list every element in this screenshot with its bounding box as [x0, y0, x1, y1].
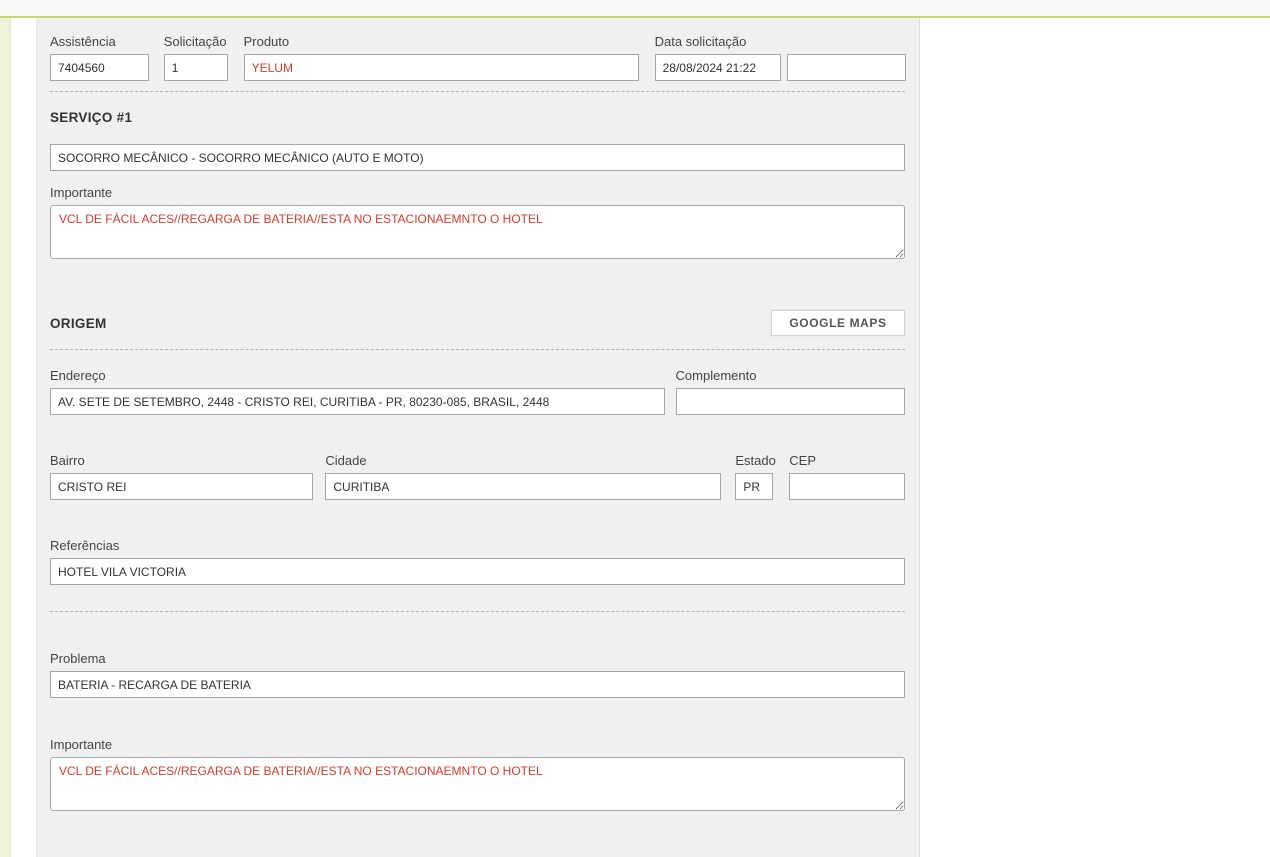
origem-importante-textarea[interactable]: VCL DE FÁCIL ACES//REGARGA DE BATERIA//E…	[50, 757, 905, 811]
solicitacao-field-group: Solicitação	[164, 34, 228, 81]
bairro-label: Bairro	[50, 453, 313, 468]
page: Assistência Solicitação Produto Data sol…	[0, 0, 1270, 857]
form-content: Assistência Solicitação Produto Data sol…	[37, 18, 919, 811]
bairro-row: Bairro Cidade Estado CEP	[50, 453, 905, 500]
servico-importante-textarea[interactable]: VCL DE FÁCIL ACES//REGARGA DE BATERIA//E…	[50, 205, 905, 259]
separator	[50, 611, 905, 612]
estado-label: Estado	[735, 453, 773, 468]
data-solicitacao-inputs	[655, 54, 905, 81]
servico-importante-group: Importante VCL DE FÁCIL ACES//REGARGA DE…	[50, 185, 905, 259]
cidade-field-group: Cidade	[325, 453, 721, 500]
complemento-field-group: Complemento	[676, 368, 905, 415]
solicitacao-label: Solicitação	[164, 34, 228, 49]
solicitacao-input[interactable]	[164, 54, 228, 81]
assistencia-field-group: Assistência	[50, 34, 149, 81]
problema-field-group: Problema	[50, 651, 905, 698]
assistance-form-panel: Assistência Solicitação Produto Data sol…	[36, 18, 920, 857]
data-solicitacao-extra-input[interactable]	[787, 54, 906, 81]
data-solicitacao-label: Data solicitação	[655, 34, 905, 49]
servico-tipo-input[interactable]	[50, 144, 905, 171]
endereco-field-group: Endereço	[50, 368, 665, 415]
estado-field-group: Estado	[735, 453, 773, 500]
produto-input[interactable]	[244, 54, 639, 81]
google-maps-button[interactable]: GOOGLE MAPS	[771, 310, 905, 336]
top-strip	[0, 0, 1270, 18]
bairro-field-group: Bairro	[50, 453, 313, 500]
complemento-input[interactable]	[676, 388, 905, 415]
problema-label: Problema	[50, 651, 905, 666]
servico-heading: SERVIÇO #1	[50, 110, 905, 125]
cep-field-group: CEP	[789, 453, 905, 500]
endereco-label: Endereço	[50, 368, 665, 383]
left-accent-band	[0, 18, 11, 857]
separator	[50, 349, 905, 350]
endereco-input[interactable]	[50, 388, 665, 415]
produto-field-group: Produto	[244, 34, 639, 81]
cidade-input[interactable]	[325, 473, 721, 500]
endereco-row: Endereço Complemento	[50, 368, 905, 415]
servico-importante-label: Importante	[50, 185, 905, 200]
cep-input[interactable]	[789, 473, 905, 500]
referencias-field-group: Referências	[50, 538, 905, 585]
produto-label: Produto	[244, 34, 639, 49]
data-solicitacao-field-group: Data solicitação	[655, 34, 905, 81]
bairro-input[interactable]	[50, 473, 313, 500]
origem-header-row: ORIGEM GOOGLE MAPS	[50, 310, 905, 336]
assistencia-input[interactable]	[50, 54, 149, 81]
separator	[50, 91, 905, 92]
problema-input[interactable]	[50, 671, 905, 698]
data-solicitacao-input[interactable]	[655, 54, 781, 81]
complemento-label: Complemento	[676, 368, 905, 383]
header-fields-row: Assistência Solicitação Produto Data sol…	[50, 34, 905, 81]
assistencia-label: Assistência	[50, 34, 149, 49]
origem-importante-label: Importante	[50, 737, 905, 752]
cidade-label: Cidade	[325, 453, 721, 468]
origem-heading: ORIGEM	[50, 316, 107, 331]
estado-input[interactable]	[735, 473, 773, 500]
cep-label: CEP	[789, 453, 905, 468]
referencias-input[interactable]	[50, 558, 905, 585]
origem-importante-group: Importante VCL DE FÁCIL ACES//REGARGA DE…	[50, 737, 905, 811]
referencias-label: Referências	[50, 538, 905, 553]
